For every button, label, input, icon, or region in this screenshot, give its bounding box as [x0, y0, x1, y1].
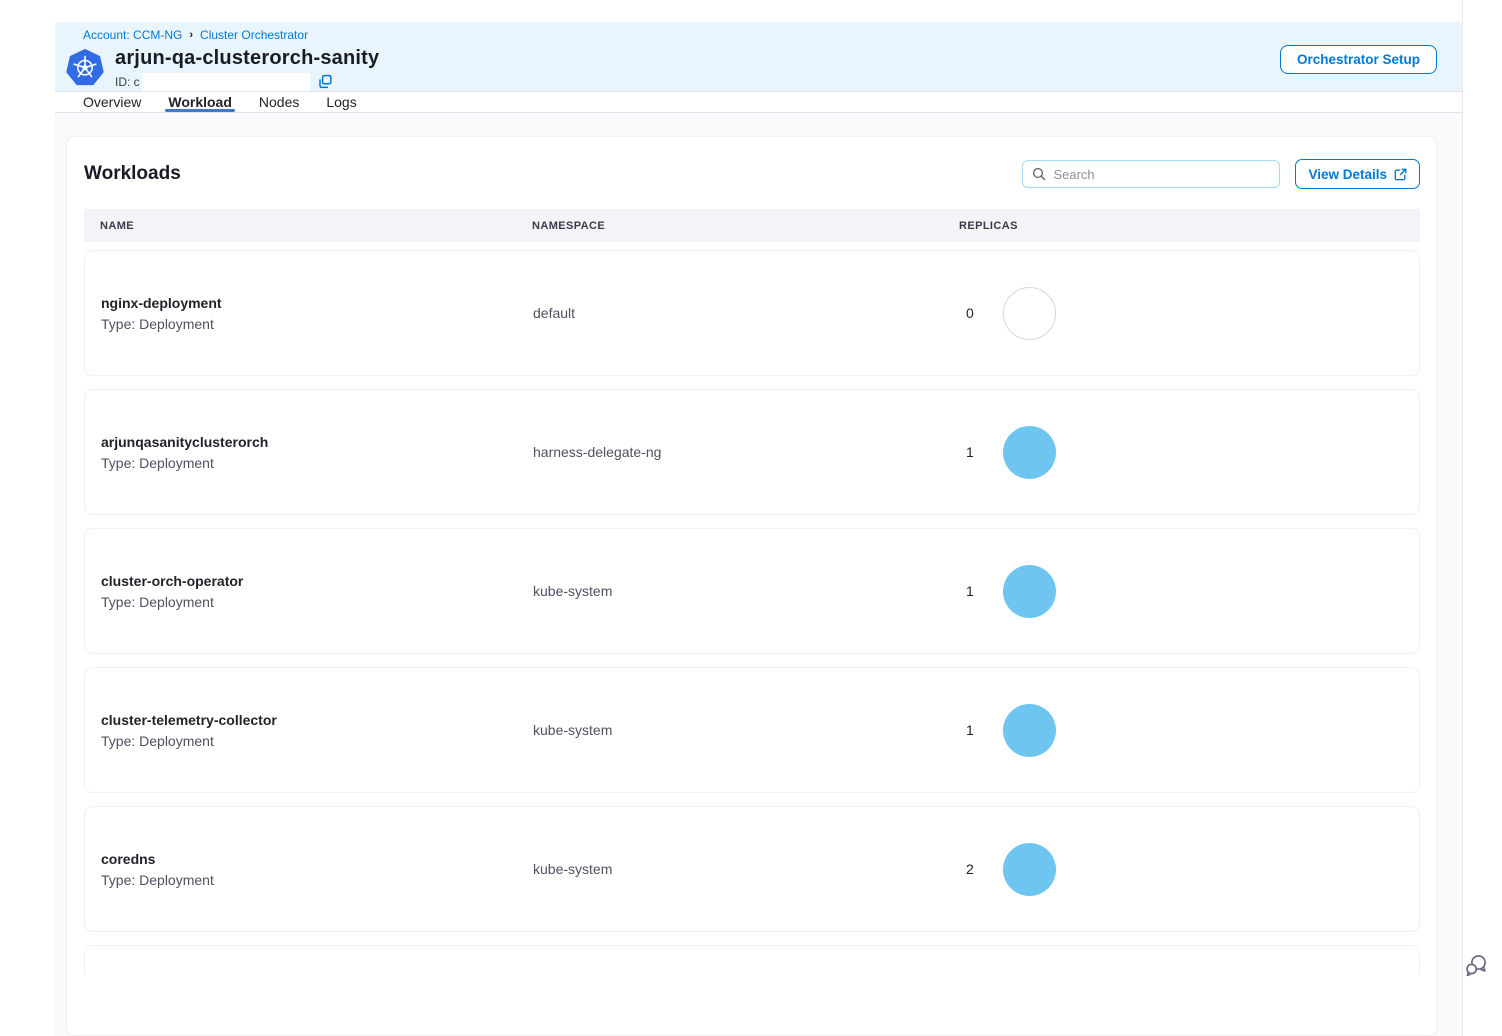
- table-header: NAME NAMESPACE REPLICAS: [84, 209, 1420, 242]
- workload-name-cell: cluster-telemetry-collector Type: Deploy…: [85, 712, 517, 749]
- table-row[interactable]: cluster-telemetry-collector Type: Deploy…: [84, 667, 1420, 793]
- replica-count: 2: [966, 861, 975, 877]
- orchestrator-setup-button[interactable]: Orchestrator Setup: [1280, 45, 1437, 74]
- workload-replicas-cell: 1: [944, 704, 1419, 757]
- cluster-id-label: ID: c: [115, 75, 140, 89]
- tab-bar: Overview Workload Nodes Logs: [55, 92, 1462, 113]
- replica-count: 1: [966, 583, 975, 599]
- tab-nodes[interactable]: Nodes: [259, 92, 299, 112]
- column-header-replicas: REPLICAS: [943, 220, 1420, 232]
- workload-type: Type: Deployment: [101, 455, 517, 471]
- column-header-namespace: NAMESPACE: [516, 220, 943, 232]
- workload-replicas-cell: 1: [944, 565, 1419, 618]
- tab-logs[interactable]: Logs: [326, 92, 356, 112]
- workload-replicas-cell: 1: [944, 426, 1419, 479]
- column-header-name: NAME: [84, 220, 516, 232]
- cluster-id-redacted-value: [142, 73, 310, 91]
- workloads-panel: Workloads View Details: [66, 136, 1437, 1036]
- panel-actions: View Details: [1022, 159, 1420, 189]
- workload-replicas-cell: 2: [944, 843, 1419, 896]
- view-details-button[interactable]: View Details: [1295, 159, 1420, 189]
- workload-namespace: kube-system: [517, 583, 944, 599]
- workload-type: Type: Deployment: [101, 733, 517, 749]
- workload-type: Type: Deployment: [101, 594, 517, 610]
- breadcrumb-separator-icon: ›: [189, 29, 193, 41]
- content-area: Workloads View Details: [55, 113, 1462, 1036]
- table-row[interactable]: arjunqasanityclusterorch Type: Deploymen…: [84, 389, 1420, 515]
- replica-circle: [1003, 565, 1056, 618]
- table-row[interactable]: coredns Type: Deployment kube-system 2: [84, 806, 1420, 932]
- workload-type: Type: Deployment: [101, 872, 517, 888]
- search-box[interactable]: [1022, 160, 1280, 188]
- workload-name-cell: cluster-orch-operator Type: Deployment: [85, 573, 517, 610]
- replica-count: 0: [966, 305, 975, 321]
- top-whitespace: [55, 0, 1462, 22]
- workload-name-cell: arjunqasanityclusterorch Type: Deploymen…: [85, 434, 517, 471]
- table-row[interactable]: cluster-orch-operator Type: Deployment k…: [84, 528, 1420, 654]
- workload-namespace: kube-system: [517, 861, 944, 877]
- copy-icon[interactable]: [318, 74, 333, 89]
- workload-replicas-cell: 0: [944, 287, 1419, 340]
- chat-bubbles-icon[interactable]: [1463, 952, 1489, 978]
- breadcrumb: Account: CCM-NG › Cluster Orchestrator: [83, 28, 1437, 42]
- breadcrumb-cluster-orchestrator-link[interactable]: Cluster Orchestrator: [200, 28, 308, 42]
- page-title: arjun-qa-clusterorch-sanity: [115, 47, 379, 70]
- replica-circle: [1003, 287, 1056, 340]
- workload-type: Type: Deployment: [101, 316, 517, 332]
- replica-circle: [1003, 704, 1056, 757]
- replica-count: 1: [966, 722, 975, 738]
- title-row: arjun-qa-clusterorch-sanity ID: c: [66, 47, 1437, 91]
- panel-toolbar: Workloads View Details: [84, 159, 1420, 189]
- table-row-partial[interactable]: [84, 945, 1420, 975]
- search-icon: [1032, 167, 1046, 181]
- tab-overview[interactable]: Overview: [83, 92, 141, 112]
- replica-count: 1: [966, 444, 975, 460]
- kubernetes-icon: [66, 49, 104, 87]
- workload-name-cell: coredns Type: Deployment: [85, 851, 517, 888]
- replica-circle: [1003, 843, 1056, 896]
- cluster-header: Account: CCM-NG › Cluster Orchestrator a…: [55, 22, 1462, 92]
- title-block: arjun-qa-clusterorch-sanity ID: c: [115, 47, 379, 91]
- workloads-title: Workloads: [84, 163, 181, 185]
- view-details-label: View Details: [1308, 167, 1387, 182]
- workload-rows: nginx-deployment Type: Deployment defaul…: [84, 250, 1420, 932]
- workload-name: nginx-deployment: [101, 295, 517, 311]
- workload-name: cluster-telemetry-collector: [101, 712, 517, 728]
- replica-circle: [1003, 426, 1056, 479]
- table-row[interactable]: nginx-deployment Type: Deployment defaul…: [84, 250, 1420, 376]
- breadcrumb-account-link[interactable]: Account: CCM-NG: [83, 28, 182, 42]
- workload-namespace: harness-delegate-ng: [517, 444, 944, 460]
- workload-name: coredns: [101, 851, 517, 867]
- tab-workload[interactable]: Workload: [168, 92, 232, 112]
- external-link-icon: [1394, 168, 1407, 181]
- workload-name-cell: nginx-deployment Type: Deployment: [85, 295, 517, 332]
- workload-namespace: default: [517, 305, 944, 321]
- cluster-id-row: ID: c: [115, 73, 379, 91]
- search-input[interactable]: [1053, 167, 1270, 182]
- app-container: Account: CCM-NG › Cluster Orchestrator a…: [55, 0, 1463, 1036]
- workload-namespace: kube-system: [517, 722, 944, 738]
- workload-name: arjunqasanityclusterorch: [101, 434, 517, 450]
- workload-name: cluster-orch-operator: [101, 573, 517, 589]
